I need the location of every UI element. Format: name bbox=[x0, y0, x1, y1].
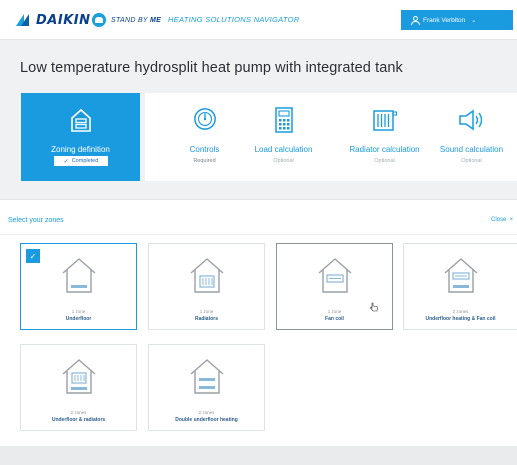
step-status: Optional bbox=[461, 158, 482, 164]
chevron-down-icon: ⌄ bbox=[471, 17, 477, 24]
zone-option-fan-coil[interactable]: 1 zone Fan coil bbox=[276, 243, 393, 330]
zone-option-underfloor-radiators[interactable]: 2 zones Underfloor & radiators bbox=[20, 344, 137, 431]
stand-by-text: STAND BY bbox=[111, 16, 148, 24]
footer-strip bbox=[0, 446, 517, 465]
radiator-icon bbox=[372, 110, 397, 131]
status-badge: ✓ Completed bbox=[54, 156, 108, 166]
status-badge-label: Completed bbox=[71, 158, 99, 164]
zone-count: 2 zones bbox=[198, 410, 215, 415]
daikin-logo[interactable]: DAIKIN bbox=[16, 12, 91, 28]
zone-selection-panel: Select your zones Close × ✓ 1 zone Under… bbox=[0, 199, 517, 446]
zone-name: Radiators bbox=[194, 316, 219, 322]
house-zones-icon bbox=[70, 108, 91, 132]
zone-count: 2 zones bbox=[452, 309, 469, 314]
zone-count: 1 zone bbox=[71, 309, 86, 314]
house-underfloor-icon bbox=[62, 258, 95, 293]
zone-name: Double underfloor heating bbox=[175, 417, 238, 423]
person-icon bbox=[411, 16, 420, 25]
user-menu-button[interactable]: Frank Verbiton ⌄ bbox=[401, 10, 513, 30]
stand-by-me-icon bbox=[92, 13, 106, 27]
step-name: Sound calculation bbox=[439, 145, 504, 154]
zone-count: 2 zones bbox=[70, 410, 87, 415]
zone-option-double-underfloor[interactable]: 2 zones Double underfloor heating bbox=[148, 344, 265, 431]
navigator-title: HEATING SOLUTIONS NAVIGATOR bbox=[168, 15, 300, 24]
check-icon: ✓ bbox=[26, 249, 40, 263]
zone-count: 1 zone bbox=[199, 309, 214, 314]
house-radiator-icon bbox=[190, 258, 223, 293]
check-icon: ✓ bbox=[63, 158, 69, 165]
brand-name: DAIKIN bbox=[36, 12, 91, 28]
stand-by-me-logo: STAND BY ME bbox=[92, 13, 161, 27]
zone-option-radiators[interactable]: 1 zone Radiators bbox=[148, 243, 265, 330]
zone-option-underfloor[interactable]: ✓ 1 zone Underfloor bbox=[20, 243, 137, 330]
daikin-logo-mark-icon bbox=[16, 14, 34, 26]
hand-cursor-icon bbox=[370, 302, 378, 312]
zone-name: Underfloor bbox=[65, 316, 92, 322]
speaker-icon bbox=[458, 109, 482, 131]
zone-name: Underfloor & radiators bbox=[51, 417, 106, 423]
house-double-underfloor-icon bbox=[190, 359, 223, 394]
close-icon: × bbox=[508, 217, 514, 223]
zones-title: Select your zones bbox=[8, 217, 64, 224]
zone-name: Underfloor heating & Fan coil bbox=[425, 316, 496, 322]
calculator-icon bbox=[274, 107, 293, 133]
stand-by-me-text: ME bbox=[150, 16, 162, 24]
page-title: Low temperature hydrosplit heat pump wit… bbox=[20, 60, 403, 76]
thermostat-icon bbox=[193, 108, 216, 130]
house-fan-coil-icon bbox=[318, 258, 351, 293]
divider bbox=[0, 234, 517, 235]
house-underfloor-fan-coil-icon bbox=[444, 258, 477, 293]
user-name: Frank Verbiton bbox=[423, 16, 466, 24]
step-zoning-definition[interactable]: Zoning definition ✓ Completed bbox=[21, 93, 140, 181]
step-name: Zoning definition bbox=[51, 145, 110, 154]
close-button[interactable]: Close × bbox=[491, 217, 513, 223]
step-sound-calculation[interactable]: Sound calculation Optional bbox=[426, 93, 517, 181]
zone-option-underfloor-fan-coil[interactable]: 2 zones Underfloor heating & Fan coil bbox=[403, 243, 517, 330]
zone-name: Fan coil bbox=[325, 316, 344, 322]
close-label: Close bbox=[491, 217, 507, 223]
top-bar: DAIKIN STAND BY ME HEATING SOLUTIONS NAV… bbox=[0, 0, 517, 40]
house-underfloor-radiator-icon bbox=[62, 359, 95, 394]
